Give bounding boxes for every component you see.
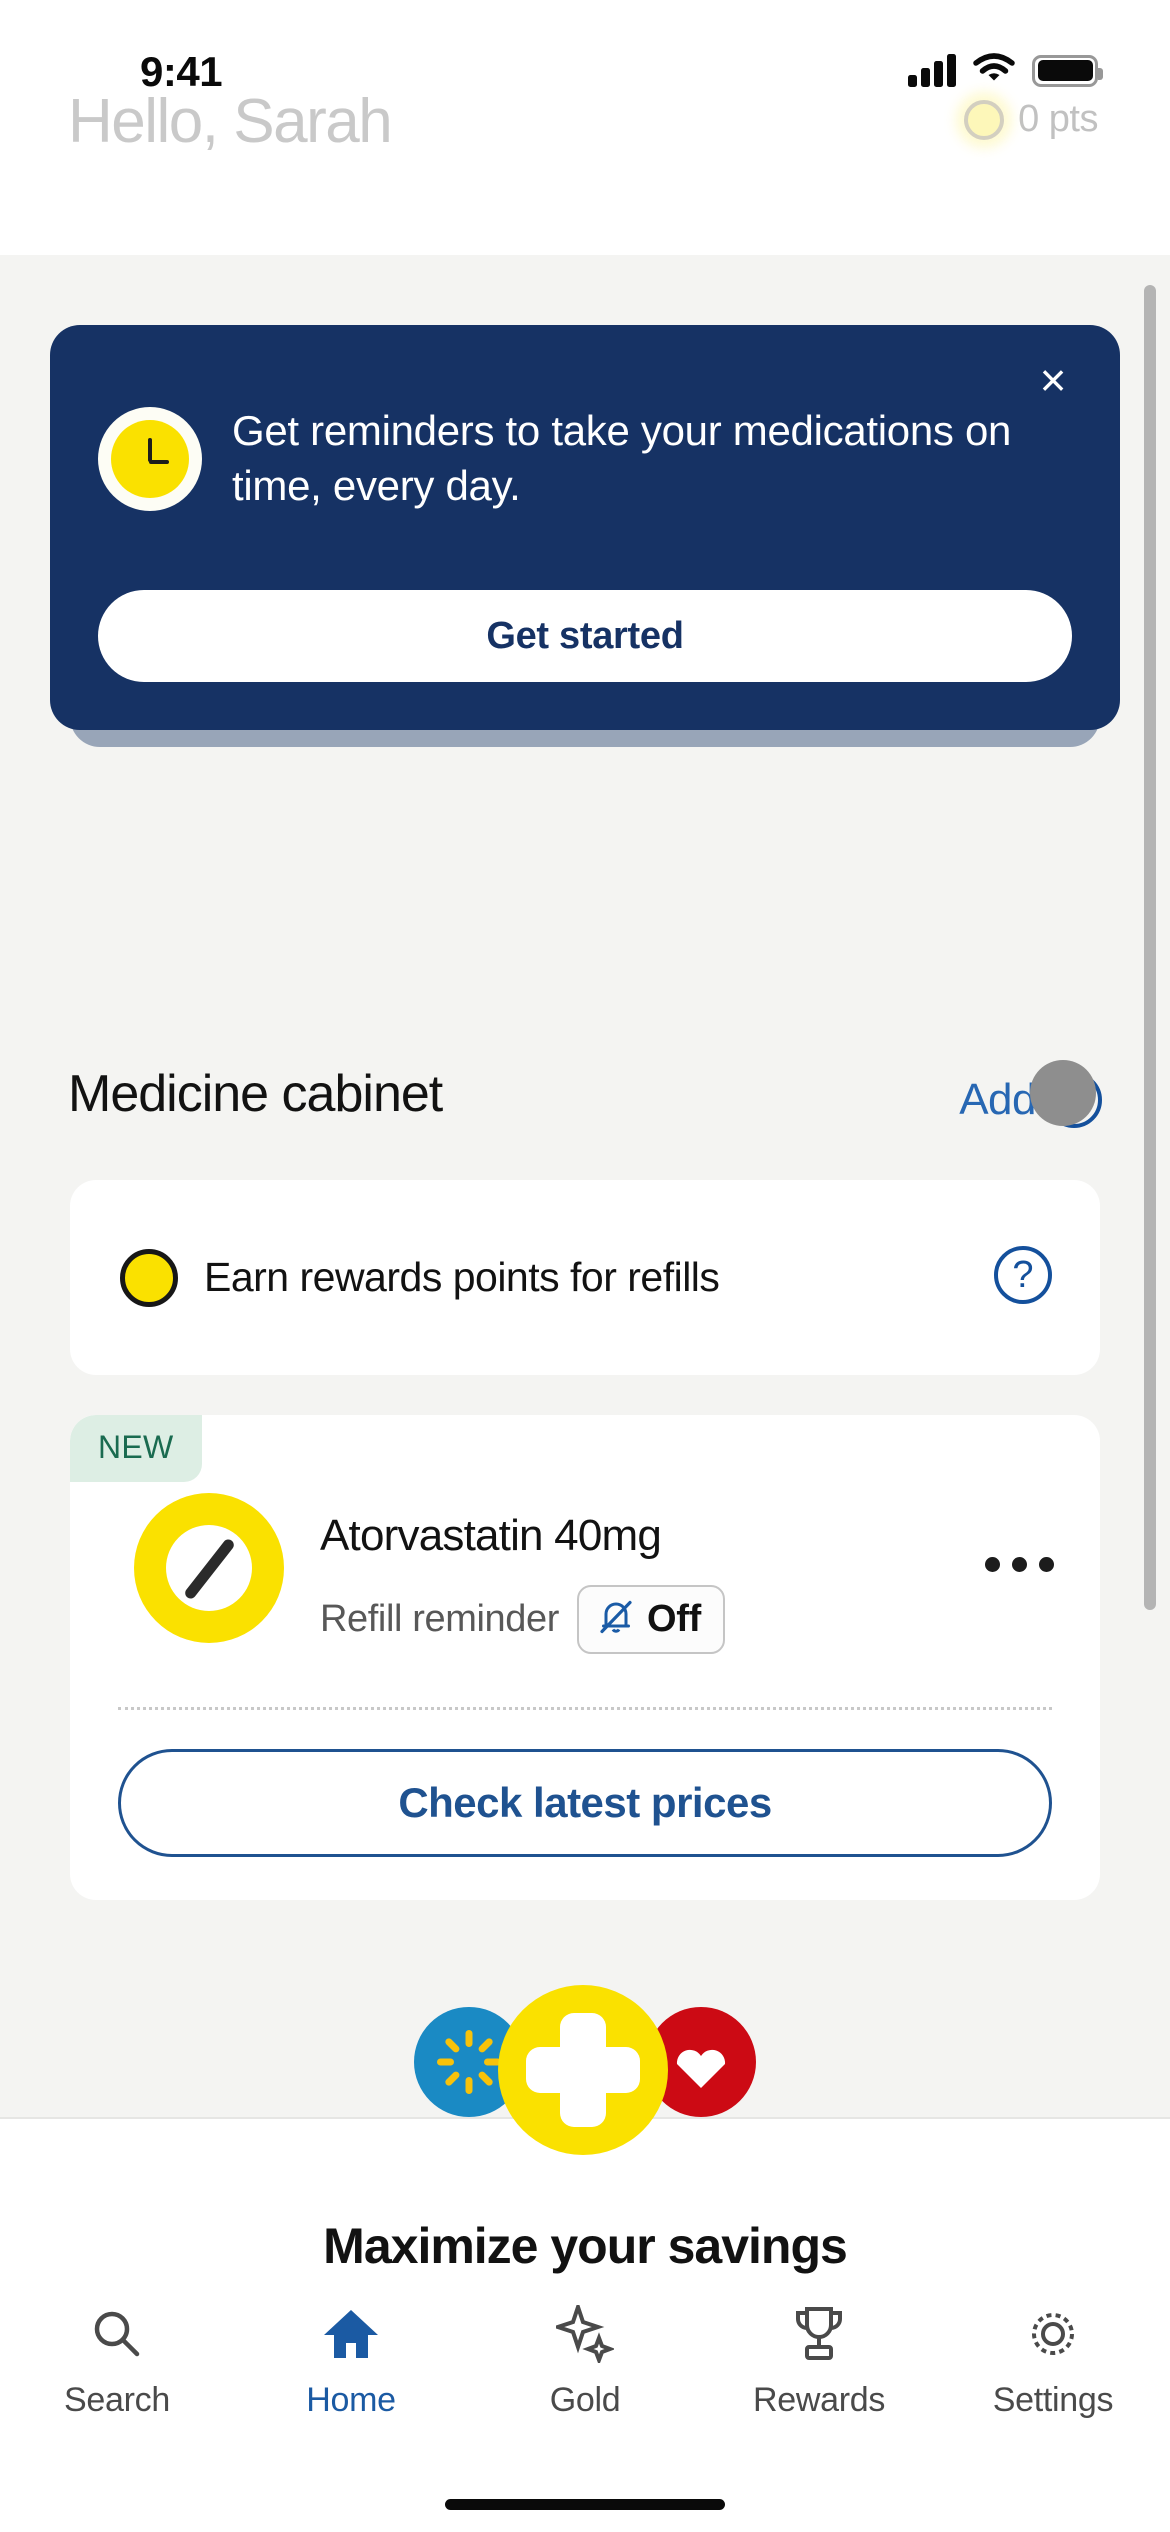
cellular-signal-icon [908,54,956,87]
vertical-scrollbar[interactable] [1144,285,1156,1610]
medication-card: NEW Atorvastatin 40mg Refill reminder Of… [70,1415,1100,1900]
pharmacy-cross-logo [498,1985,668,2155]
touch-indicator [1030,1060,1096,1126]
home-icon [322,2303,380,2365]
close-icon[interactable]: × [1022,349,1084,411]
tab-gold[interactable]: Gold [468,2303,702,2532]
rewards-coin-icon [120,1248,178,1307]
clock-icon [98,407,202,511]
refill-reminder-row: Refill reminder Off [320,1585,725,1654]
medication-name: Atorvastatin 40mg [320,1511,662,1560]
page-title: Hello, Sarah [68,87,393,156]
pharmacy-logo-group [414,1985,756,2155]
scroll-content[interactable]: × Get reminders to take your medications… [0,255,1170,2277]
tab-label: Search [64,2381,170,2419]
refill-reminder-state: Off [646,1598,701,1640]
app-header: 9:41 Hello, Sarah 0 pts [0,0,1170,255]
app-screen: 9:41 Hello, Sarah 0 pts × Get reminders … [0,0,1170,2532]
wifi-icon [973,52,1015,89]
get-started-button[interactable]: Get started [98,590,1072,682]
home-indicator [445,2499,725,2510]
tab-search[interactable]: Search [0,2303,234,2532]
help-icon[interactable]: ? [994,1246,1052,1304]
section-title: Medicine cabinet [68,1065,443,1123]
tab-settings[interactable]: Settings [936,2303,1170,2532]
search-icon [89,2303,145,2365]
new-badge: NEW [70,1415,202,1482]
refill-reminder-toggle[interactable]: Off [576,1585,725,1654]
refill-reminder-label: Refill reminder [320,1598,559,1640]
sparkles-icon [556,2303,614,2365]
trophy-icon [791,2303,847,2365]
gear-icon [1024,2303,1082,2365]
card-divider [118,1707,1052,1710]
rewards-coin-icon [964,99,1005,140]
tab-label: Settings [992,2381,1114,2419]
reminder-promo-banner: × Get reminders to take your medications… [50,325,1120,730]
tab-label: Gold [549,2381,621,2419]
pill-ring-icon [134,1493,284,1643]
earn-rewards-row[interactable]: Earn rewards points for refills ? [70,1180,1100,1375]
rewards-points-value: 0 pts [1018,98,1098,140]
tab-rewards[interactable]: Rewards [702,2303,936,2532]
tab-label: Rewards [752,2381,886,2419]
earn-rewards-label: Earn rewards points for refills [204,1254,720,1300]
check-latest-prices-button[interactable]: Check latest prices [118,1749,1052,1857]
tab-label: Home [306,2381,396,2419]
status-bar-icons [908,52,1103,89]
add-medication-label: Add [959,1075,1036,1124]
medicine-cabinet-header: Medicine cabinet Add [0,1050,1170,1160]
tab-home[interactable]: Home [234,2303,468,2532]
savings-title: Maximize your savings [323,2218,848,2274]
promo-banner-message: Get reminders to take your medications o… [232,407,1012,510]
bell-slash-icon [597,1597,635,1642]
overflow-menu-icon[interactable] [985,1557,1054,1572]
battery-full-icon [1032,54,1103,87]
rewards-points-indicator[interactable]: 0 pts [964,98,1098,141]
bottom-tab-bar: Search Home Gold Rewards Settings [0,2277,1170,2532]
